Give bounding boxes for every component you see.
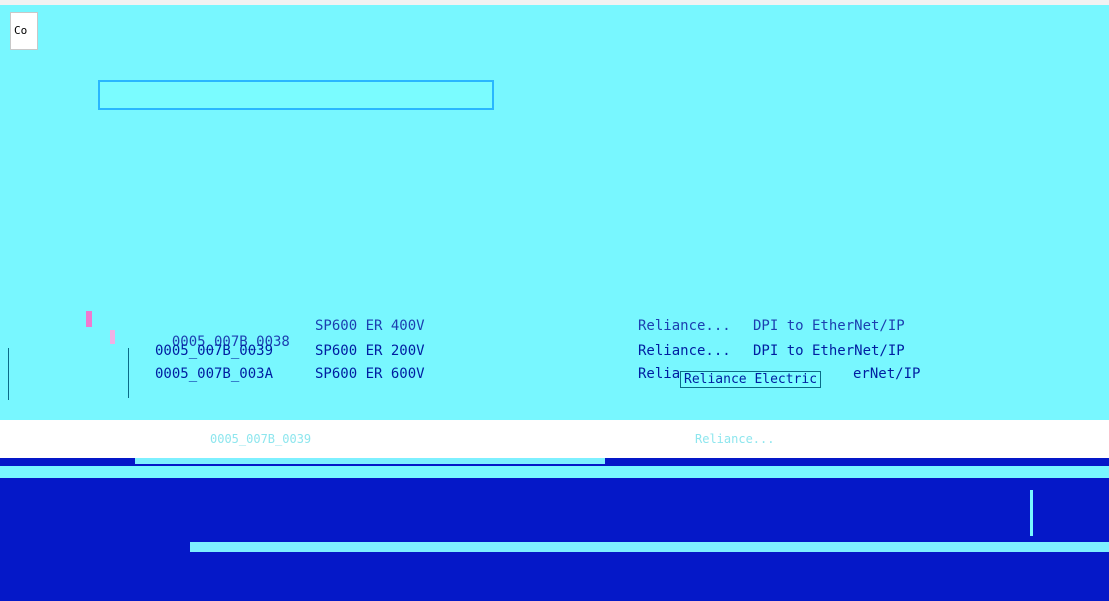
row-name: SP600 ER 400V [315,318,425,334]
row-vendor-faded: Reliance... [695,432,775,446]
row-vendor: Reliance... [638,318,731,334]
row-type: DPI to EtherNet/IP [753,318,905,334]
dialog-body-top [0,5,1109,310]
row-vendor: Reliance... [638,343,731,359]
tree-guide-line [8,348,9,400]
divider [0,466,1109,478]
tree-expand-icon[interactable] [86,311,92,327]
divider [190,542,1109,552]
divider [135,458,605,464]
footer-left [0,552,188,601]
divider [605,458,725,464]
description-area [0,478,1109,542]
row-id-faded: 0005_007B_0039 [210,432,312,446]
row-type: DPI to EtherNet/IP [753,343,905,359]
row-vendor: Relia [638,366,681,382]
tooltip: Reliance Electric [680,371,822,388]
app-chip-label: Co [14,24,28,37]
tree-guide-line [128,348,129,398]
ok-button[interactable] [1030,490,1109,536]
row-id[interactable]: 0005_007B_003A [155,366,273,382]
search-input[interactable] [98,80,494,110]
row-name: SP600 ER 200V [315,343,425,359]
footer-mid [190,552,925,601]
row-id[interactable]: 0005_007B_0039 [155,343,273,359]
row-name: SP600 ER 600V [315,366,425,382]
tree-node-icon [110,330,115,344]
row-type: erNet/IP [853,366,921,382]
